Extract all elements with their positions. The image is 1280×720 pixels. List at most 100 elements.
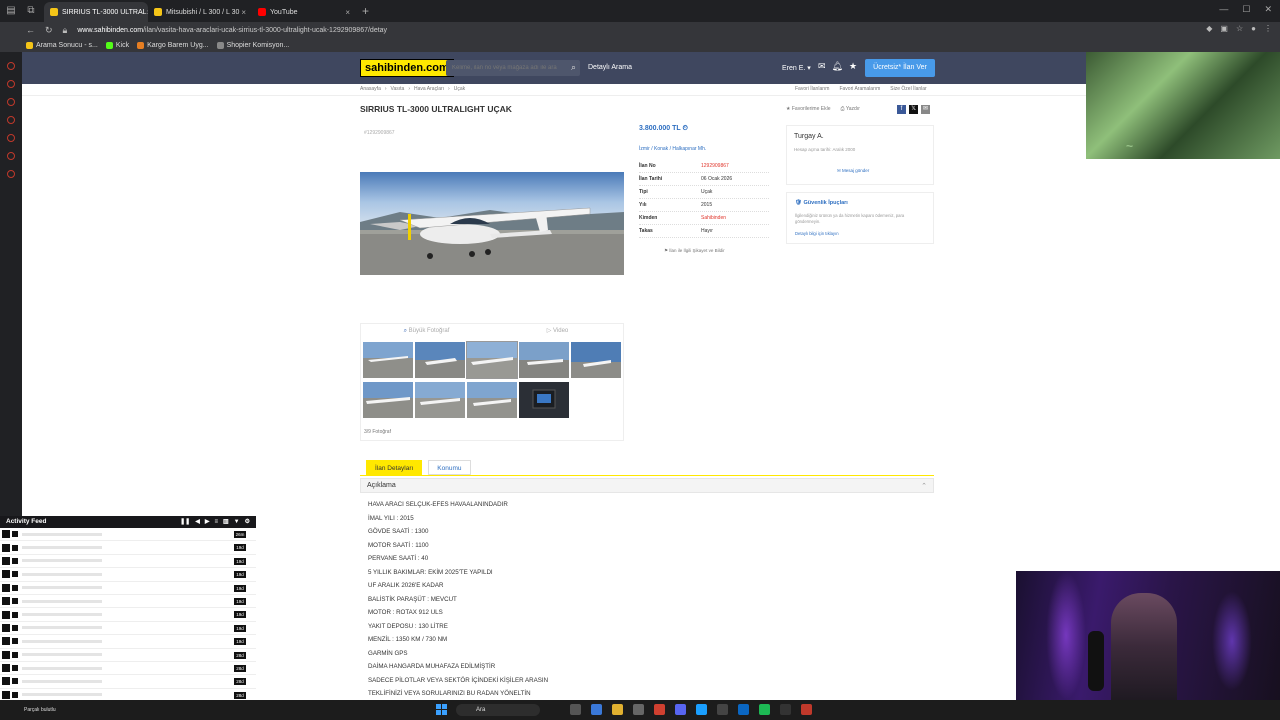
browser-tab-3[interactable]: YouTube × bbox=[252, 2, 356, 22]
taskbar-search[interactable]: Ara bbox=[456, 704, 540, 716]
discord-icon[interactable] bbox=[675, 704, 686, 715]
site-logo[interactable]: sahibinden.com bbox=[360, 59, 454, 77]
search-icon[interactable]: ⌕ bbox=[571, 62, 576, 73]
send-message-label: Mesaj gönder bbox=[842, 168, 870, 173]
app-icon[interactable] bbox=[717, 704, 728, 715]
price-history-icon[interactable]: ⏲ bbox=[682, 125, 687, 132]
collapse-chevron-icon[interactable]: ⌃ bbox=[921, 482, 927, 490]
pause-icon[interactable]: ❚❚ bbox=[180, 516, 190, 528]
sidebar-app-icon[interactable] bbox=[7, 98, 15, 106]
special-listings-link[interactable]: Size Özel İlanlar bbox=[890, 86, 926, 92]
seller-name[interactable]: Turgay A. bbox=[794, 133, 824, 140]
steam-icon[interactable] bbox=[696, 704, 707, 715]
bookmark-item[interactable]: Kick bbox=[105, 41, 129, 49]
feed-text bbox=[22, 559, 102, 563]
breadcrumb-item[interactable]: Vasıta bbox=[391, 86, 405, 92]
app-icon[interactable] bbox=[801, 704, 812, 715]
close-window-icon[interactable]: ✕ bbox=[1264, 4, 1272, 15]
app-icon[interactable] bbox=[780, 704, 791, 715]
queue-icon[interactable]: ≡ bbox=[214, 516, 218, 528]
facebook-icon[interactable]: f bbox=[897, 105, 906, 114]
bookmark-star-icon[interactable]: ☆ bbox=[1236, 24, 1243, 33]
trash-icon[interactable]: ▥ bbox=[223, 516, 229, 528]
email-share-icon[interactable]: ✉ bbox=[921, 105, 930, 114]
description-header[interactable]: Açıklama ⌃ bbox=[360, 478, 934, 493]
add-favorite-button[interactable]: ★ Favorilerime Ekle bbox=[786, 106, 831, 112]
spotify-icon[interactable] bbox=[759, 704, 770, 715]
url-field[interactable]: www.sahibinden.com/ilan/vasita-hava-arac… bbox=[77, 27, 387, 34]
bell-icon[interactable]: 🔔︎ bbox=[832, 61, 843, 72]
tab-video[interactable]: ▷ Video bbox=[492, 324, 623, 338]
feed-text bbox=[22, 586, 102, 590]
bookmark-item[interactable]: Arama Sonucu - s... bbox=[26, 41, 98, 49]
send-message-button[interactable]: ✉ Mesaj gönder bbox=[837, 168, 869, 174]
favorite-searches-link[interactable]: Favori Aramalarım bbox=[839, 86, 880, 92]
browser-menu-icon[interactable]: ▤ bbox=[4, 4, 18, 18]
opera-icon[interactable] bbox=[654, 704, 665, 715]
photo-thumbnail[interactable] bbox=[363, 382, 413, 418]
back-icon[interactable]: ← bbox=[26, 25, 35, 35]
photo-thumbnail[interactable] bbox=[467, 382, 517, 418]
tab-listing-details[interactable]: İlan Detayları bbox=[366, 460, 423, 475]
x-icon[interactable]: 𝕏 bbox=[909, 105, 918, 114]
photo-thumbnail[interactable] bbox=[519, 342, 569, 378]
photo-thumbnail[interactable] bbox=[415, 382, 465, 418]
browser-tab-1[interactable]: SIRRIUS TL-3000 ULTRAL × bbox=[44, 2, 148, 22]
windows-start-icon[interactable] bbox=[436, 704, 447, 715]
main-photo[interactable] bbox=[360, 172, 624, 275]
post-ad-button[interactable]: Ücretsiz* İlan Ver bbox=[865, 59, 935, 77]
photoshop-icon[interactable] bbox=[738, 704, 749, 715]
edge-icon[interactable] bbox=[591, 704, 602, 715]
tab-big-photo[interactable]: ⌕ Büyük Fotoğraf bbox=[361, 324, 492, 338]
safety-link[interactable]: Detaylı bilgi için tıklayın bbox=[795, 231, 839, 236]
detail-key: Takas bbox=[639, 228, 653, 234]
sidebar-app-icon[interactable] bbox=[7, 170, 15, 178]
photo-thumbnail[interactable] bbox=[571, 342, 621, 378]
breadcrumb-item[interactable]: Uçak bbox=[454, 86, 465, 92]
bookmark-item[interactable]: Kargo Barem Uyg... bbox=[137, 41, 209, 49]
tab-search-icon[interactable]: ⧉ bbox=[24, 4, 38, 18]
bookmark-item[interactable]: Shopier Komisyon... bbox=[216, 41, 289, 49]
print-button[interactable]: ⎙ Yazdır bbox=[841, 106, 860, 112]
extension-icon[interactable]: ◆ bbox=[1206, 24, 1212, 33]
browser-tab-2[interactable]: Mitsubishi / L 300 / L 30 × bbox=[148, 2, 252, 22]
sidebar-app-icon[interactable] bbox=[7, 116, 15, 124]
more-icon[interactable]: ⋮ bbox=[1264, 24, 1272, 33]
reload-icon[interactable]: ↻ bbox=[45, 25, 53, 36]
file-explorer-icon[interactable] bbox=[570, 704, 581, 715]
maximize-icon[interactable]: ☐ bbox=[1242, 4, 1250, 15]
photo-thumbnail[interactable] bbox=[519, 382, 569, 418]
settings-icon[interactable]: ⚙ bbox=[245, 516, 250, 528]
minimize-icon[interactable]: — bbox=[1219, 4, 1228, 15]
mail-icon[interactable]: ✉ bbox=[818, 61, 826, 72]
search-input[interactable] bbox=[446, 60, 558, 76]
breadcrumb-item[interactable]: Anasayfa bbox=[360, 86, 381, 92]
sidebar-app-icon[interactable] bbox=[7, 62, 15, 70]
new-tab-button[interactable]: + bbox=[362, 4, 369, 18]
filter-icon[interactable]: ▼ bbox=[234, 516, 240, 528]
close-icon[interactable]: × bbox=[345, 8, 350, 17]
close-icon[interactable]: × bbox=[241, 8, 246, 17]
advanced-search-link[interactable]: Detaylı Arama bbox=[588, 64, 632, 71]
tab-location[interactable]: Konumu bbox=[428, 460, 471, 475]
weather-widget[interactable]: Parçalı bulutlu bbox=[24, 707, 56, 713]
mute-icon[interactable]: ◀ bbox=[195, 516, 200, 528]
user-menu[interactable]: Eren E. ▾ bbox=[782, 64, 811, 72]
report-link[interactable]: ⚑ İlan ile İlgili Şikayet ve Bildir bbox=[664, 248, 725, 254]
favorites-star-icon[interactable]: ★ bbox=[849, 61, 857, 72]
photo-thumbnail[interactable] bbox=[415, 342, 465, 378]
skip-icon[interactable]: ▶ bbox=[205, 516, 210, 528]
folder-icon[interactable] bbox=[612, 704, 623, 715]
sidebar-app-icon[interactable] bbox=[7, 134, 15, 142]
location[interactable]: İzmir / Konak / Halkapınar Mh. bbox=[639, 146, 706, 152]
sidebar-app-icon[interactable] bbox=[7, 152, 15, 160]
photo-thumbnail[interactable] bbox=[363, 342, 413, 378]
favorite-listings-link[interactable]: Favori İlanlarım bbox=[795, 86, 829, 92]
user-avatar bbox=[12, 651, 18, 658]
sidebar-app-icon[interactable] bbox=[7, 80, 15, 88]
profile-icon[interactable]: ● bbox=[1251, 24, 1256, 33]
photo-thumbnail-selected[interactable] bbox=[466, 341, 518, 379]
app-icon[interactable] bbox=[633, 704, 644, 715]
extension-icon[interactable]: ▣ bbox=[1220, 24, 1228, 33]
breadcrumb-item[interactable]: Hava Araçları bbox=[414, 86, 444, 92]
